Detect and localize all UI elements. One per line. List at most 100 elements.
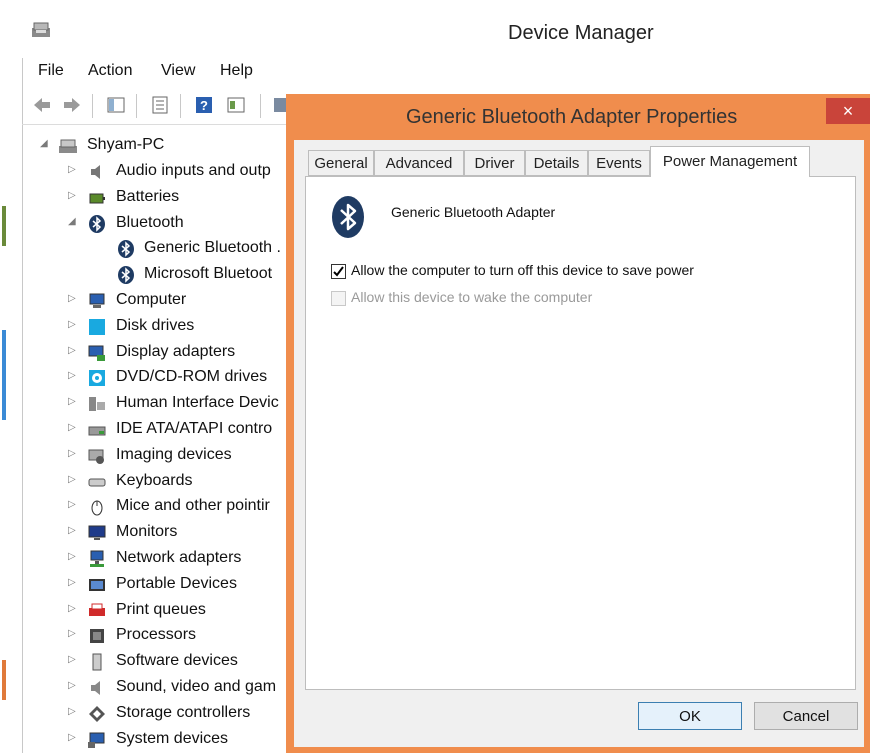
properties-icon[interactable] [150,95,170,115]
computer-icon [89,293,105,308]
tree-item[interactable]: ▷ Display adapters [68,341,286,365]
expand-arrow-icon[interactable]: ▷ [68,680,78,694]
toolbar-separator [92,94,93,118]
tree-item[interactable]: ▷ Mice and other pointir [68,495,286,519]
expand-arrow-icon[interactable]: ▷ [68,345,78,359]
expand-arrow-icon[interactable]: ▷ [68,190,78,204]
allow-turn-off-checkbox[interactable] [331,264,346,279]
expand-arrow-icon[interactable]: ▷ [68,164,78,178]
help-icon[interactable]: ? [194,95,214,115]
cancel-button[interactable]: Cancel [754,702,858,730]
tree-item[interactable]: ▷ Processors [68,624,286,648]
device-tree: ◢ Shyam-PC ▷ Audio inputs and outp ▷ Batter… [24,128,286,753]
forward-arrow-icon[interactable] [62,95,82,115]
back-arrow-icon[interactable] [32,95,52,115]
expand-arrow-icon[interactable]: ▷ [68,319,78,333]
tab-general[interactable]: General [308,150,374,176]
expand-arrow-icon[interactable]: ▷ [68,499,78,513]
tree-item-label: Imaging devices [116,446,232,463]
collapse-arrow-icon[interactable]: ◢ [68,216,78,230]
tree-item[interactable]: ▷ Disk drives [68,315,286,339]
system-device-icon [88,732,105,748]
tree-item[interactable]: ▷ Monitors [68,521,286,545]
tree-item[interactable]: ▷ Keyboards [68,470,286,494]
tree-item-label: Batteries [116,188,180,205]
tree-item[interactable]: ▷ Software devices [68,650,286,674]
power-management-panel: Generic Bluetooth Adapter Allow the comp… [305,176,856,690]
tree-child-label: Microsoft Bluetoot [144,265,273,282]
tree-item-label: Monitors [116,523,178,540]
speaker-icon [91,165,100,179]
tree-item[interactable]: ▷ DVD/CD-ROM drives [68,366,286,390]
menu-view[interactable]: View [161,62,195,80]
tree-root[interactable]: ◢ Shyam-PC [40,134,280,158]
expand-arrow-icon[interactable]: ▷ [68,396,78,410]
expand-arrow-icon[interactable]: ▷ [68,706,78,720]
tree-item[interactable]: ▷ Portable Devices [68,573,286,597]
tree-child-item[interactable]: Generic Bluetooth . [98,237,286,261]
device-manager-icon [32,22,50,37]
menu-file[interactable]: File [38,62,64,80]
expand-arrow-icon[interactable]: ▷ [68,577,78,591]
expand-arrow-icon[interactable]: ▷ [68,370,78,384]
expand-arrow-icon[interactable]: ▷ [68,551,78,565]
tree-item-label: Mice and other pointir [116,497,270,514]
expand-arrow-icon[interactable]: ▷ [68,525,78,539]
software-device-icon [92,653,102,671]
processor-icon [90,629,104,643]
tree-item[interactable]: ▷ Storage controllers [68,702,286,726]
menu-bar: File Action View Help [22,58,870,86]
tree-item-label: Audio inputs and outp [116,162,271,179]
tab-driver[interactable]: Driver [464,150,525,176]
tree-item-label: Bluetooth [116,214,184,231]
device-manager-title: Device Manager [508,22,654,44]
expand-arrow-icon[interactable]: ▷ [68,654,78,668]
tree-child-item[interactable]: Microsoft Bluetoot [98,263,286,287]
allow-turn-off-label[interactable]: Allow the computer to turn off this devi… [351,262,694,278]
tree-item[interactable]: ▷ Computer [68,289,286,313]
menu-action[interactable]: Action [88,62,132,80]
tab-details[interactable]: Details [525,150,588,176]
view-icon[interactable] [226,95,246,115]
expand-arrow-icon[interactable]: ▷ [68,628,78,642]
expand-arrow-icon[interactable]: ▷ [68,448,78,462]
keyboard-icon [88,478,106,487]
tree-item-label: Keyboards [116,472,193,489]
tree-item-label: Human Interface Devic [116,394,279,411]
tab-events[interactable]: Events [588,150,650,176]
tree-item[interactable]: ▷ Audio inputs and outp [68,160,286,184]
expand-arrow-icon[interactable]: ▷ [68,293,78,307]
tab-advanced[interactable]: Advanced [374,150,464,176]
tree-item[interactable]: ▷ System devices [68,728,286,752]
tree-item-label: Software devices [116,652,238,669]
close-button[interactable]: × [826,98,870,124]
tab-power-management[interactable]: Power Management [650,146,810,177]
menu-help[interactable]: Help [220,62,253,80]
expand-arrow-icon[interactable]: ▷ [68,603,78,617]
tree-item[interactable]: ▷ Human Interface Devic [68,392,286,416]
tree-item[interactable]: ▷ Network adapters [68,547,286,571]
device-manager-titlebar[interactable]: Device Manager [22,8,870,58]
tree-item-label: Disk drives [116,317,195,334]
mouse-icon [91,500,103,516]
device-name: Generic Bluetooth Adapter [391,204,556,220]
expand-arrow-icon[interactable]: ▷ [68,422,78,436]
tree-item[interactable]: ▷ Imaging devices [68,444,286,468]
show-hide-tree-icon[interactable] [106,95,126,115]
tree-item[interactable]: ▷ Sound, video and gam [68,676,286,700]
tree-item-label: System devices [116,730,229,747]
dvd-icon [89,370,105,386]
ok-button[interactable]: OK [638,702,742,730]
tree-item[interactable]: ▷ IDE ATA/ATAPI contro [68,418,286,442]
expand-arrow-icon[interactable]: ▷ [68,474,78,488]
tree-root-label: Shyam-PC [87,136,165,153]
tree-item[interactable]: ◢ Bluetooth [68,212,286,236]
tree-item-label: IDE ATA/ATAPI contro [116,420,273,437]
collapse-arrow-icon[interactable]: ◢ [40,138,50,152]
strip-mark [2,206,6,246]
tree-item[interactable]: ▷ Batteries [68,186,286,210]
display-adapter-icon [88,345,105,361]
tree-item[interactable]: ▷ Print queues [68,599,286,623]
expand-arrow-icon[interactable]: ▷ [68,732,78,746]
tree-item-label: Print queues [116,601,206,618]
